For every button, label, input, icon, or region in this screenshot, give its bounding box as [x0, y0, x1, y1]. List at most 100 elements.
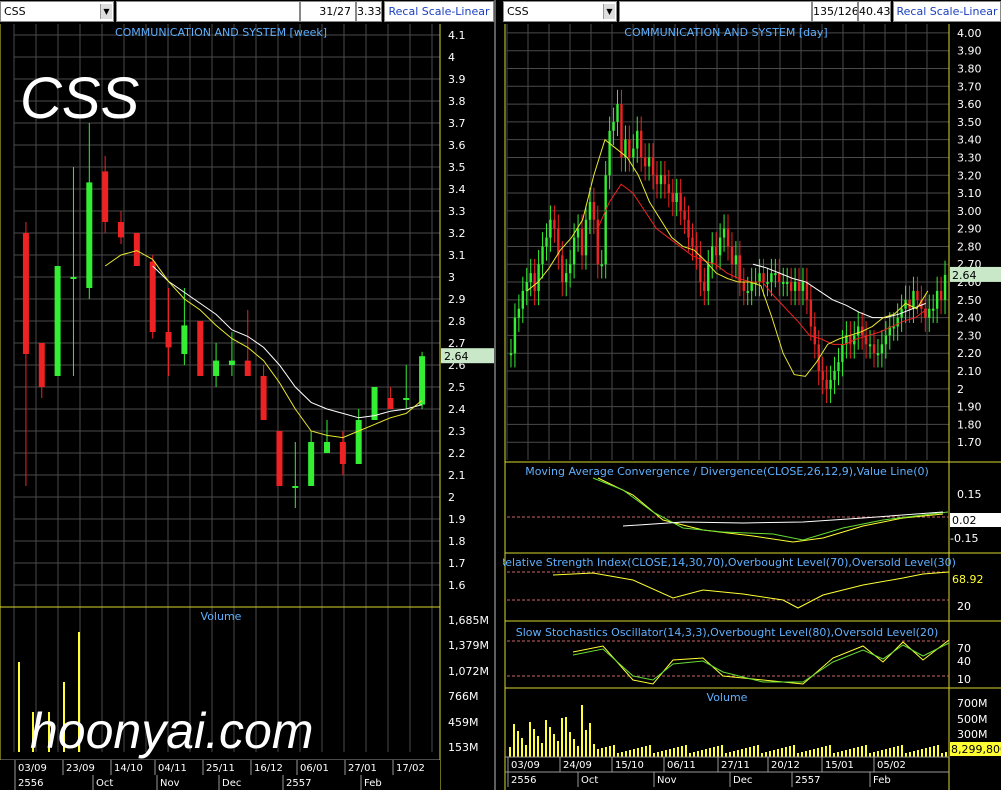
y-tick-label: 3.3: [448, 205, 466, 218]
stoch-tick-label: 10: [957, 673, 971, 686]
candle-body: [782, 282, 785, 285]
candle-body: [778, 273, 781, 283]
candle-body: [857, 326, 860, 336]
candle-body: [580, 228, 584, 256]
volume-bar: [857, 747, 859, 757]
candle-body: [54, 266, 61, 376]
volume-bar: [941, 753, 943, 757]
month-tick-label: Dec: [733, 775, 752, 786]
candle-body: [884, 335, 888, 345]
volume-tick-label: 1,072M: [448, 665, 489, 678]
candle-body: [533, 273, 536, 291]
chart-title: COMMUNICATION AND SYSTEM [week]: [115, 26, 327, 39]
volume-bar: [825, 746, 827, 757]
y-tick-label: 4.00: [957, 27, 982, 40]
weekly-chart-svg: COMMUNICATION AND SYSTEM [week] 4.1 4 3.9 3.…: [0, 0, 497, 790]
candle-body: [746, 290, 749, 293]
month-tick-label: 2556: [18, 778, 43, 789]
volume-bar: [545, 720, 547, 757]
volume-bar: [685, 745, 687, 757]
volume-bar: [697, 751, 699, 757]
candle-body: [928, 308, 931, 318]
volume-bar: [569, 732, 571, 757]
candle-body: [774, 273, 777, 276]
price-tag-text: 2.64: [952, 269, 977, 282]
candle-body: [916, 290, 919, 300]
candle-body: [529, 273, 532, 283]
volume-bar: [845, 750, 847, 757]
candle-body: [576, 228, 580, 238]
volume-bar: [797, 753, 799, 757]
candle-body: [632, 148, 635, 158]
candle-body: [687, 219, 690, 238]
date-tick-label: 03/09: [511, 760, 540, 771]
macd-tick-label: 0.15: [957, 488, 982, 501]
date-tick-label: 14/10: [114, 763, 143, 774]
volume-bar: [865, 745, 867, 757]
y-tick-label: 3.2: [448, 227, 466, 240]
candle-body: [228, 360, 235, 365]
candle-body: [612, 121, 615, 131]
volume-bar: [18, 662, 20, 752]
volume-bar: [925, 748, 927, 757]
y-tick-label: 4.1: [448, 29, 466, 42]
volume-bar: [557, 741, 559, 757]
volume-tick-label: 700M: [957, 697, 988, 710]
candle-body: [324, 442, 330, 453]
volume-bar: [769, 751, 771, 757]
candle-body: [943, 274, 947, 300]
candle-body: [584, 219, 588, 256]
stoch-tick-label: 70: [957, 642, 971, 655]
volume-title: Volume: [201, 610, 242, 623]
volume-bar: [749, 747, 751, 757]
volume-bar: [897, 746, 899, 757]
volume-bar: [813, 749, 815, 757]
volume-bar: [661, 751, 663, 757]
candle-body: [766, 282, 769, 285]
rsi-tag-text: 68.92: [952, 573, 984, 586]
volume-tick-label: 153M: [448, 741, 479, 754]
candle-body: [636, 130, 639, 149]
candle-body: [22, 233, 29, 354]
month-tick-label: Oct: [581, 775, 598, 786]
volume-bar: [905, 753, 907, 757]
volume-bar: [585, 730, 587, 757]
y-tick-label: 2.20: [957, 347, 982, 360]
volume-bar: [805, 751, 807, 757]
candle-body: [70, 277, 77, 279]
candle-body: [118, 222, 124, 238]
candle-body: [339, 442, 346, 464]
candle-body: [742, 282, 745, 291]
candle-body: [86, 182, 93, 288]
y-tick-label: 3.30: [957, 151, 982, 164]
candle-body: [213, 360, 220, 376]
candle-body: [726, 228, 730, 247]
candle-body: [403, 398, 410, 400]
volume-bar: [573, 739, 575, 757]
volume-bar: [917, 750, 919, 757]
daily-chart-svg: COMMUNICATION AND SYSTEM [day] 4.00 3.90 3.…: [503, 24, 1001, 790]
volume-bar: [677, 747, 679, 757]
volume-bar: [589, 723, 591, 757]
volume-bar: [637, 748, 639, 757]
daily-chart-panel: CSS ▼ 135/126 40.43 Recal Scale-Linear C…: [503, 0, 1001, 790]
candle-body: [667, 184, 671, 194]
candle-body: [797, 282, 801, 291]
candle-body: [545, 237, 548, 247]
date-tick-label: 06/11: [667, 760, 696, 771]
candle-body: [849, 335, 852, 345]
volume-tick-label: 766M: [448, 690, 479, 703]
candle-body: [683, 210, 686, 220]
volume-bar: [901, 745, 903, 757]
candle-body: [789, 282, 793, 291]
y-tick-label: 3.5: [448, 161, 466, 174]
volume-tick-label: 1,685M: [448, 614, 489, 627]
candle-body: [722, 228, 726, 238]
volume-bar: [921, 749, 923, 757]
candle-body: [718, 237, 722, 256]
candle-body: [734, 255, 738, 265]
candle-body: [568, 264, 572, 274]
candle-body: [525, 282, 528, 291]
candle-body: [643, 157, 647, 167]
y-tick-label: 2: [957, 383, 964, 396]
